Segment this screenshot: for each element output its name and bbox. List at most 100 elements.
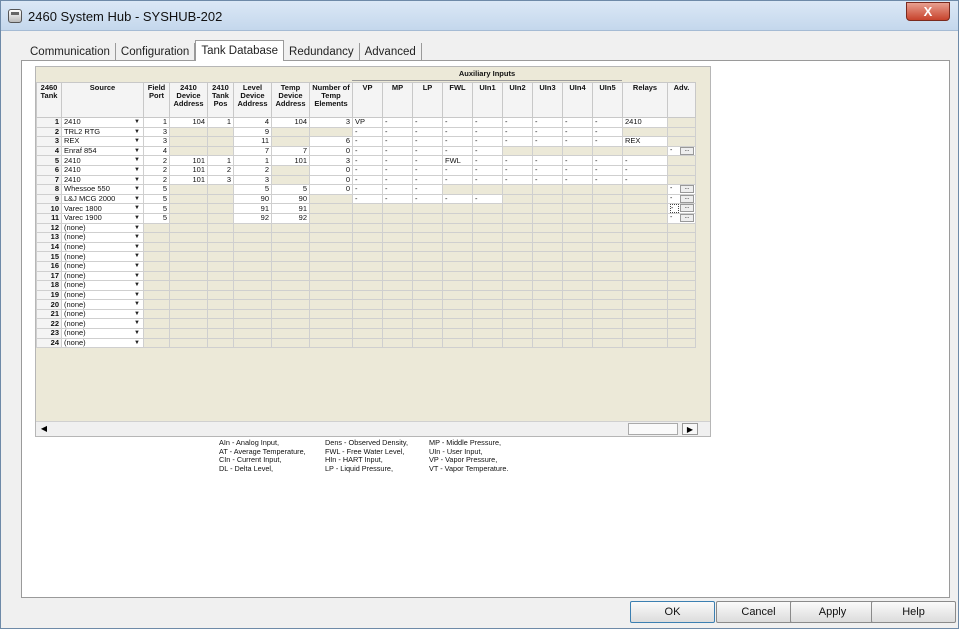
fwl-cell[interactable]: - <box>442 164 473 176</box>
mp-cell[interactable]: - <box>382 164 413 176</box>
scroll-right-arrow-icon[interactable]: ▶ <box>682 423 698 435</box>
cancel-button[interactable]: Cancel <box>716 601 801 623</box>
mp-cell[interactable]: - <box>382 136 413 147</box>
source-select[interactable]: (none) ▼ <box>61 328 144 339</box>
vp-cell[interactable]: - <box>352 126 383 138</box>
uin3-cell[interactable]: - <box>532 174 563 186</box>
uin5-cell[interactable]: - <box>592 117 623 128</box>
source-select[interactable]: Enraf 854 ▼ <box>61 145 144 157</box>
source-select[interactable]: (none) ▼ <box>61 308 144 320</box>
adv-ellipsis-button[interactable]: ... <box>680 214 694 222</box>
source-select[interactable]: 2410 ▼ <box>61 155 144 166</box>
source-select[interactable]: (none) ▼ <box>61 280 144 291</box>
level-address-cell[interactable]: 92 <box>233 212 272 224</box>
level-address-cell[interactable]: 2 <box>233 164 272 176</box>
apply-button[interactable]: Apply <box>790 601 875 623</box>
field-port-cell[interactable]: 2 <box>143 174 170 186</box>
vp-cell[interactable]: VP <box>352 117 383 128</box>
uin5-cell[interactable]: - <box>592 136 623 147</box>
level-address-cell[interactable]: 1 <box>233 155 272 166</box>
num-temp-cell[interactable]: 3 <box>309 117 353 128</box>
chevron-down-icon[interactable]: ▼ <box>134 118 140 126</box>
field-port-cell[interactable]: 1 <box>143 117 170 128</box>
source-select[interactable]: (none) ▼ <box>61 299 144 310</box>
lp-cell[interactable]: - <box>412 174 443 186</box>
chevron-down-icon[interactable]: ▼ <box>134 176 140 184</box>
chevron-down-icon[interactable]: ▼ <box>134 195 140 203</box>
field-port-cell[interactable]: 5 <box>143 193 170 205</box>
level-address-cell[interactable]: 90 <box>233 193 272 205</box>
chevron-down-icon[interactable]: ▼ <box>134 224 140 232</box>
source-select[interactable]: (none) ▼ <box>61 232 144 243</box>
uin1-cell[interactable]: - <box>472 155 503 166</box>
chevron-down-icon[interactable]: ▼ <box>134 138 140 146</box>
uin2-cell[interactable]: - <box>502 117 533 128</box>
num-temp-cell[interactable]: 0 <box>309 174 353 186</box>
lp-cell[interactable]: - <box>412 164 443 176</box>
relays-cell[interactable]: 2410 <box>622 117 668 128</box>
mp-cell[interactable]: - <box>382 155 413 166</box>
fwl-cell[interactable]: - <box>442 126 473 138</box>
field-port-cell[interactable]: 2 <box>143 155 170 166</box>
field-port-cell[interactable]: 3 <box>143 136 170 147</box>
help-button[interactable]: Help <box>871 601 956 623</box>
tank-pos-cell[interactable]: 2 <box>207 164 234 176</box>
field-port-cell[interactable]: 5 <box>143 212 170 224</box>
fwl-cell[interactable]: - <box>442 136 473 147</box>
lp-cell[interactable]: - <box>412 136 443 147</box>
uin4-cell[interactable]: - <box>562 126 593 138</box>
chevron-down-icon[interactable]: ▼ <box>134 330 140 338</box>
tab-tank-database[interactable]: Tank Database <box>195 40 285 61</box>
fwl-cell[interactable]: - <box>442 193 473 205</box>
relays-cell[interactable]: REX <box>622 136 668 147</box>
source-select[interactable]: (none) ▼ <box>61 270 144 282</box>
horizontal-scrollbar[interactable]: ◀ ▶ <box>36 421 710 436</box>
vp-cell[interactable]: - <box>352 136 383 147</box>
source-select[interactable]: (none) ▼ <box>61 241 144 253</box>
chevron-down-icon[interactable]: ▼ <box>134 262 140 270</box>
adv-ellipsis-button[interactable]: ... <box>680 204 694 213</box>
vp-cell[interactable]: - <box>352 193 383 205</box>
source-select[interactable]: 2410 ▼ <box>61 164 144 176</box>
uin4-cell[interactable]: - <box>562 174 593 186</box>
level-address-cell[interactable]: 3 <box>233 174 272 186</box>
mp-cell[interactable]: - <box>382 145 413 157</box>
source-select[interactable]: (none) ▼ <box>61 222 144 234</box>
temp-address-cell[interactable]: 90 <box>271 193 310 205</box>
temp-address-cell[interactable]: 7 <box>271 145 310 157</box>
field-port-cell[interactable]: 5 <box>143 184 170 195</box>
field-port-cell[interactable]: 4 <box>143 145 170 157</box>
mp-cell[interactable]: - <box>382 126 413 138</box>
field-port-cell[interactable]: 2 <box>143 164 170 176</box>
uin4-cell[interactable]: - <box>562 164 593 176</box>
tab-redundancy[interactable]: Redundancy <box>284 43 360 61</box>
lp-cell[interactable]: - <box>412 184 443 195</box>
temp-address-cell[interactable]: 92 <box>271 212 310 224</box>
source-select[interactable]: Whessoe 550 ▼ <box>61 184 144 195</box>
fwl-cell[interactable]: - <box>442 145 473 157</box>
chevron-down-icon[interactable]: ▼ <box>134 272 140 280</box>
source-select[interactable]: (none) ▼ <box>61 318 144 330</box>
source-select[interactable]: (none) ▼ <box>61 260 144 272</box>
level-address-cell[interactable]: 11 <box>233 136 272 147</box>
chevron-down-icon[interactable]: ▼ <box>134 310 140 318</box>
vp-cell[interactable]: - <box>352 184 383 195</box>
uin1-cell[interactable]: - <box>472 145 503 157</box>
relays-cell[interactable]: - <box>622 164 668 176</box>
num-temp-cell[interactable]: 3 <box>309 155 353 166</box>
chevron-down-icon[interactable]: ▼ <box>134 214 140 222</box>
chevron-down-icon[interactable]: ▼ <box>134 205 140 213</box>
uin2-cell[interactable]: - <box>502 136 533 147</box>
level-address-cell[interactable]: 7 <box>233 145 272 157</box>
vp-cell[interactable]: - <box>352 164 383 176</box>
adv-ellipsis-button[interactable]: ... <box>680 195 694 203</box>
uin1-cell[interactable]: - <box>472 136 503 147</box>
device-address-cell[interactable]: 101 <box>169 155 208 166</box>
tank-pos-cell[interactable]: 1 <box>207 155 234 166</box>
chevron-down-icon[interactable]: ▼ <box>134 320 140 328</box>
tank-pos-cell[interactable]: 3 <box>207 174 234 186</box>
chevron-down-icon[interactable]: ▼ <box>134 166 140 174</box>
chevron-down-icon[interactable]: ▼ <box>134 147 140 155</box>
chevron-down-icon[interactable]: ▼ <box>134 301 140 309</box>
uin5-cell[interactable]: - <box>592 155 623 166</box>
